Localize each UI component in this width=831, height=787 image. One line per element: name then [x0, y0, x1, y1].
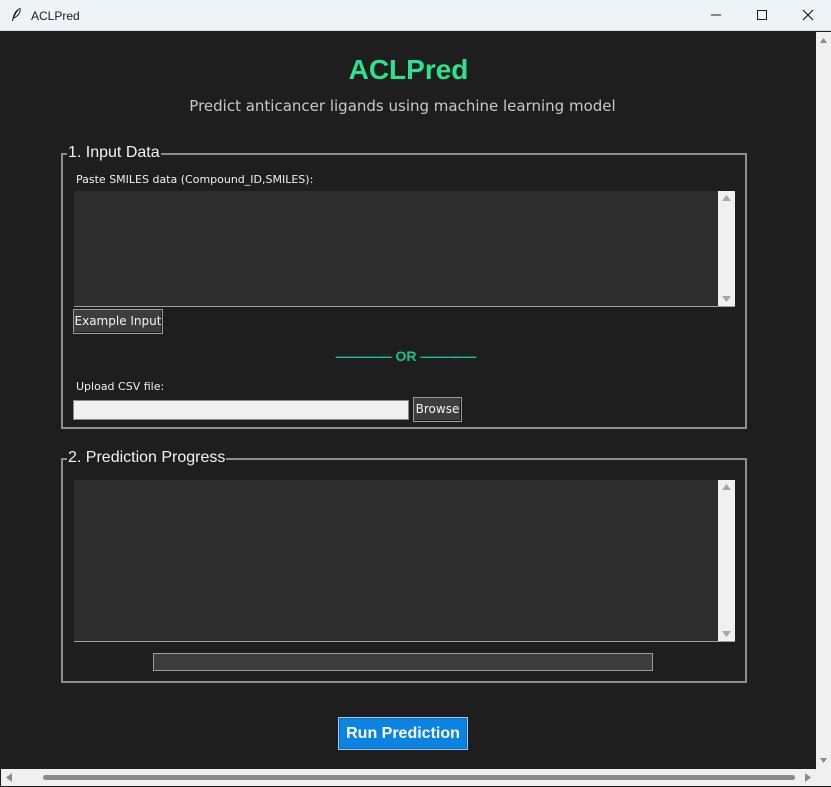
- upload-csv-label: Upload CSV file:: [76, 380, 165, 393]
- scroll-left-arrow-icon[interactable]: [6, 773, 12, 782]
- progress-log-scrollbar[interactable]: [718, 480, 735, 641]
- app-client-area: ACLPred Predict anticancer ligands using…: [1, 32, 816, 769]
- scroll-up-arrow-icon[interactable]: [722, 484, 731, 490]
- run-prediction-button[interactable]: Run Prediction: [338, 717, 468, 750]
- prediction-progress-frame-title: 2. Prediction Progress: [67, 449, 227, 467]
- app-title: ACLPred: [348, 54, 469, 85]
- progress-log-textarea[interactable]: [74, 480, 735, 642]
- scrollbar-corner: [816, 769, 831, 786]
- smiles-textarea[interactable]: [74, 191, 735, 307]
- app-subtitle: Predict anticancer ligands using machine…: [189, 97, 616, 115]
- close-button[interactable]: [785, 0, 831, 31]
- maximize-button[interactable]: [739, 0, 785, 31]
- scroll-up-arrow-icon[interactable]: [722, 195, 731, 201]
- input-data-frame-title: 1. Input Data: [67, 144, 161, 162]
- window-title: ACLPred: [31, 9, 80, 23]
- or-divider: ———— OR ————: [335, 348, 477, 364]
- window-title-bar[interactable]: ACLPred: [0, 0, 831, 31]
- maximize-icon: [757, 10, 767, 20]
- close-icon: [802, 9, 814, 21]
- browse-button[interactable]: Browse: [413, 397, 462, 422]
- example-input-button[interactable]: Example Input: [73, 309, 163, 334]
- scroll-down-arrow-icon[interactable]: [820, 758, 827, 763]
- input-data-frame: 1. Input Data Paste SMILES data (Compoun…: [61, 144, 747, 429]
- prediction-progress-bar: [153, 653, 653, 671]
- smiles-label: Paste SMILES data (Compound_ID,SMILES):: [76, 173, 314, 186]
- minimize-button[interactable]: [693, 0, 739, 31]
- window-vertical-scrollbar[interactable]: [816, 32, 831, 769]
- window-horizontal-scrollbar[interactable]: [1, 769, 816, 786]
- prediction-progress-frame: 2. Prediction Progress: [61, 449, 747, 683]
- feather-icon: [12, 7, 21, 21]
- scroll-down-arrow-icon[interactable]: [722, 631, 731, 637]
- horizontal-scroll-thumb[interactable]: [43, 775, 795, 780]
- smiles-scrollbar[interactable]: [718, 191, 735, 306]
- scroll-down-arrow-icon[interactable]: [722, 296, 731, 302]
- scroll-right-arrow-icon[interactable]: [805, 773, 811, 782]
- csv-file-path-input[interactable]: [73, 400, 409, 420]
- minimize-icon: [711, 14, 721, 16]
- scroll-up-arrow-icon[interactable]: [820, 38, 827, 43]
